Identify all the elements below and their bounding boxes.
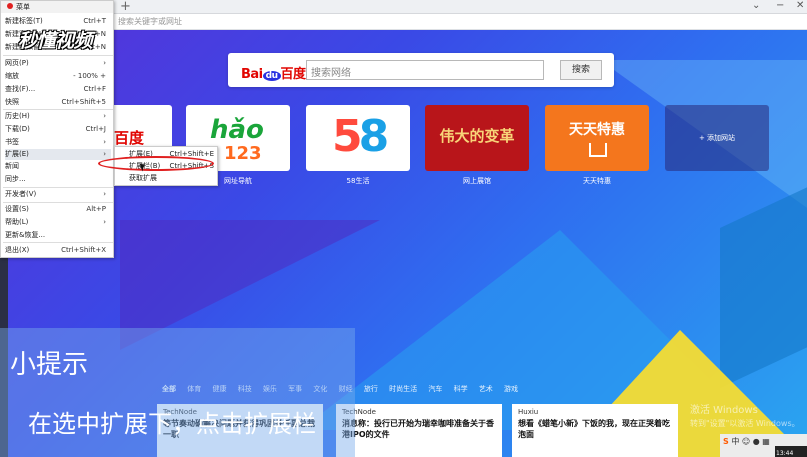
tile-baidu-logo: 百度 [114,129,145,147]
minimize-icon[interactable]: − [776,0,784,11]
news-source: TechNode [342,408,376,416]
tab-category[interactable]: 科学 [454,385,468,393]
address-placeholder: 搜索关键字或网址 [118,17,182,26]
baidu-logo: Bai du 百度 [241,67,306,82]
clock: 13:44 [776,450,794,457]
tile-hao-number: 123 [224,143,262,164]
menu-item-snapshot[interactable]: 快照 Ctrl+Shift+5 [5,97,111,108]
speed-dial-tiantian[interactable]: 天天特惠 [545,105,649,171]
address-bar[interactable]: 搜索关键字或网址 [114,14,807,30]
menu-item-help[interactable]: 帮助(L) › [5,217,111,228]
menu-item-sync[interactable]: 同步... [5,174,111,185]
menu-item-history[interactable]: 历史(H) › [5,111,111,122]
add-site-tile[interactable]: + 添加网站 [665,105,769,171]
tab-category[interactable]: 汽车 [428,385,442,393]
menu-item-developer[interactable]: 开发者(V) › [5,189,111,200]
news-card[interactable]: TechNode 消息称：投行已开始为瑞幸咖啡准备关于香港IPO的文件 [336,404,502,457]
menu-item-bookmarks[interactable]: 书签 › [5,137,111,148]
news-card[interactable]: Huxiu 想看《蜡笔小新》下饭的我，现在正哭着吃泡面 [512,404,678,457]
tab-category[interactable]: 艺术 [479,385,493,393]
search-button[interactable]: 搜索 [560,60,602,80]
tile-tiantian-logo: 天天特惠 [569,122,625,138]
news-source: Huxiu [518,408,539,416]
menu-item-update[interactable]: 更新&恢复... [5,230,111,241]
menu-separator [3,55,113,56]
menu-separator [3,202,113,203]
menu-item-find[interactable]: 查找(F)... Ctrl+F [5,84,111,95]
tip-text: 在选中扩展下，点击扩展栏 [28,410,316,438]
menu-separator [3,109,113,110]
menu-item-news[interactable]: 新闻 [5,161,111,172]
sogou-ime-icon[interactable]: S [723,437,729,446]
ime-mode[interactable]: 中 [731,437,739,446]
tab-category[interactable]: 游戏 [504,385,518,393]
news-title: 消息称：投行已开始为瑞幸咖啡准备关于香港IPO的文件 [342,419,494,439]
search-card: Bai du 百度 搜索网络 搜索 [228,53,614,87]
mic-icon[interactable]: ● [753,437,760,446]
menu-item-downloads[interactable]: 下载(D) Ctrl+J [5,124,111,135]
menu-separator [3,242,113,243]
close-icon[interactable]: ✕ [796,0,804,11]
tile-label: 天天特惠 [583,177,611,185]
menu-item-settings[interactable]: 设置(S) Alt+P [5,204,111,215]
cart-icon [589,143,607,157]
menu-item-page[interactable]: 网页(P) › [5,58,111,69]
tab-category[interactable]: 旅行 [364,385,378,393]
menu-separator [3,187,113,188]
speed-dial-exhibition[interactable]: 伟大的变革 [425,105,529,171]
menu-item-extensions[interactable]: 扩展(E) › [5,149,111,160]
new-tab-button[interactable]: + [120,0,131,14]
tile-exhibition-logo: 伟大的变革 [439,127,515,145]
keyboard-icon[interactable]: ▦ [762,437,770,446]
add-site-label: + 添加网站 [698,134,736,142]
menu-item-zoom[interactable]: 缩放 - 100% + [5,71,111,82]
activate-windows-watermark: 激活 Windows 转到"设置"以激活 Windows。 [690,405,800,428]
tile-hao-logo: hǎo [210,115,264,145]
speed-dial-58[interactable]: 58 [306,105,410,171]
submenu-item-get-extensions[interactable]: 获取扩展 [129,173,217,184]
tab-category[interactable]: 时尚生活 [389,385,417,393]
tile-label: 58生活 [346,177,370,185]
tile-label: 网上展馆 [463,177,491,185]
emoji-icon[interactable]: ☺ [742,437,750,446]
tab-bar: + ⌄ − ✕ [0,0,807,14]
tip-title: 小提示 [10,350,89,380]
menu-item-exit[interactable]: 退出(X) Ctrl+Shift+X [5,245,111,256]
news-title: 想看《蜡笔小新》下饭的我，现在正哭着吃泡面 [518,419,670,439]
opera-logo-icon [7,3,13,9]
chevron-down-icon[interactable]: ⌄ [752,0,760,11]
tile-58-logo: 58 [332,111,389,162]
menu-header[interactable]: 菜单 [1,1,113,13]
brand-watermark: 秒懂视频 [18,30,93,52]
search-input[interactable]: 搜索网络 [306,60,544,80]
highlight-circle [98,156,214,171]
